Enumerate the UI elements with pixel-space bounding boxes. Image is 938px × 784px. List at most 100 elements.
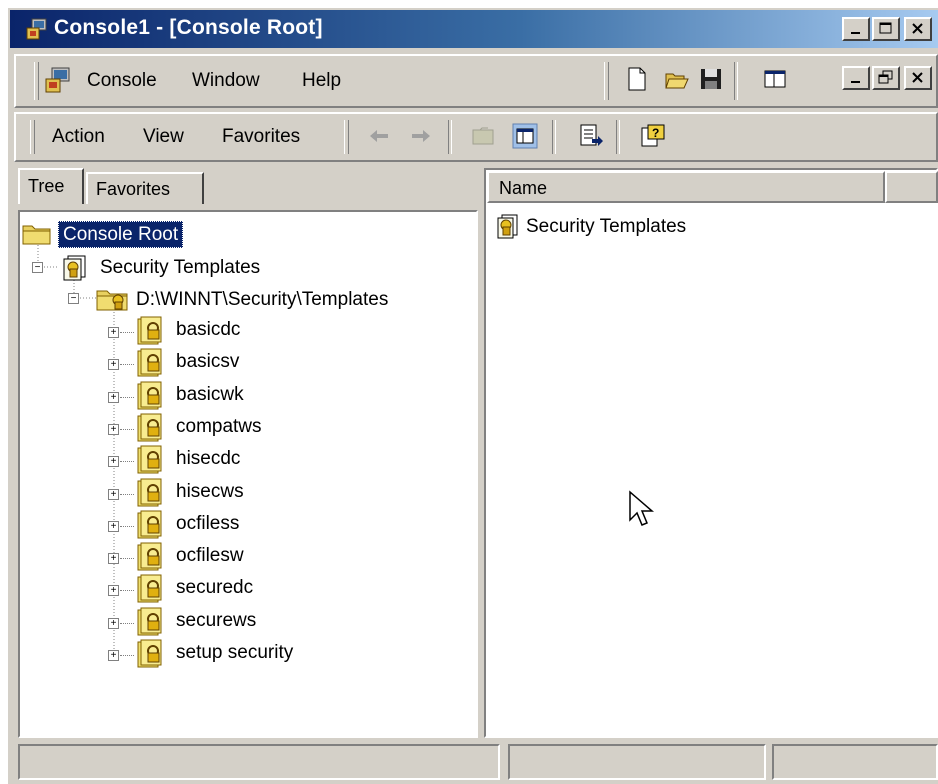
tree-connector [120, 429, 134, 430]
tab-tree[interactable]: Tree [18, 168, 84, 204]
security-template-icon [137, 445, 162, 474]
expand-toggle[interactable]: + [108, 553, 119, 564]
tree-node-template[interactable]: basicwk [176, 384, 244, 406]
maximize-icon [879, 22, 892, 34]
security-template-icon [137, 478, 162, 507]
close-icon [912, 23, 923, 34]
tree-node-template[interactable]: compatws [176, 416, 262, 438]
collapse-toggle[interactable]: − [32, 262, 43, 273]
security-template-icon [137, 639, 162, 668]
status-panel-1 [18, 744, 500, 780]
help-icon[interactable]: ? [640, 123, 666, 149]
tree-node-security-templates[interactable]: Security Templates [100, 257, 260, 279]
security-template-icon [137, 574, 162, 603]
menu-help[interactable]: Help [302, 70, 341, 92]
tree-connector [120, 397, 134, 398]
menu-console[interactable]: Console [87, 70, 157, 92]
tab-tree-label: Tree [28, 176, 65, 196]
tree-node-template[interactable]: securedc [176, 577, 253, 599]
security-templates-icon [497, 214, 518, 239]
toolbar-grip[interactable] [604, 62, 609, 100]
console-root-folder-icon [22, 225, 51, 245]
security-templates-icon [63, 255, 86, 281]
mouse-pointer-icon [629, 490, 655, 526]
expand-toggle[interactable]: + [108, 585, 119, 596]
column-header-empty[interactable] [885, 171, 938, 203]
column-header-name[interactable]: Name [487, 171, 885, 203]
toolbar-separator-2 [448, 120, 452, 154]
save-icon[interactable] [698, 66, 724, 92]
close-icon [912, 72, 923, 83]
tree-connector [120, 364, 134, 365]
expand-toggle[interactable]: + [108, 359, 119, 370]
actionbar-grip[interactable] [30, 120, 35, 154]
tree-connector [120, 332, 134, 333]
back-arrow-icon[interactable] [366, 123, 392, 149]
collapse-toggle[interactable]: − [68, 293, 79, 304]
toolbar-separator [734, 62, 738, 100]
menu-view[interactable]: View [143, 126, 184, 148]
show-hide-tree-icon[interactable] [762, 66, 788, 92]
minimize-icon [851, 81, 860, 83]
menubar-grip[interactable] [34, 62, 39, 100]
toolbar-grip-2[interactable] [344, 120, 349, 154]
security-template-icon [137, 607, 162, 636]
export-list-icon[interactable] [578, 123, 604, 149]
tree-node-template[interactable]: hisecdc [176, 448, 240, 470]
security-template-icon [137, 381, 162, 410]
expand-toggle[interactable]: + [108, 456, 119, 467]
toolbar-separator-4 [616, 120, 620, 154]
status-panel-3 [772, 744, 938, 780]
tab-favorites-label: Favorites [96, 179, 171, 199]
security-template-icon [137, 316, 162, 345]
tree-node-template[interactable]: securews [176, 610, 256, 632]
expand-toggle[interactable]: + [108, 327, 119, 338]
minimize-icon [851, 32, 860, 34]
svg-text:?: ? [652, 126, 659, 140]
show-hide-console-tree-icon[interactable] [512, 123, 538, 149]
child-restore-button[interactable] [872, 66, 900, 90]
console-icon [45, 67, 70, 93]
security-template-icon [137, 348, 162, 377]
expand-toggle[interactable]: + [108, 618, 119, 629]
tree-node-templates-folder[interactable]: D:\WINNT\Security\Templates [136, 289, 388, 311]
expand-toggle[interactable]: + [108, 392, 119, 403]
results-item-security-templates[interactable]: Security Templates [526, 216, 686, 238]
maximize-button[interactable] [872, 17, 900, 41]
restore-icon [878, 70, 893, 84]
security-template-icon [137, 413, 162, 442]
new-document-icon[interactable] [624, 66, 650, 92]
security-template-icon [137, 542, 162, 571]
minimize-button[interactable] [842, 17, 870, 41]
tree-node-template[interactable]: basicdc [176, 319, 240, 341]
tree-connector [120, 655, 134, 656]
tree-node-template[interactable]: ocfilesw [176, 545, 244, 567]
tree-node-template[interactable]: setup security [176, 642, 293, 664]
toolbar-separator-3 [552, 120, 556, 154]
expand-toggle[interactable]: + [108, 650, 119, 661]
close-button[interactable] [904, 17, 932, 41]
tree-node-template[interactable]: basicsv [176, 351, 239, 373]
tree-node-console-root[interactable]: Console Root [58, 221, 184, 248]
status-panel-2 [508, 744, 766, 780]
tab-favorites[interactable]: Favorites [86, 172, 204, 204]
tree-node-template[interactable]: hisecws [176, 481, 244, 503]
expand-toggle[interactable]: + [108, 521, 119, 532]
tree-connector [120, 623, 134, 624]
tree-node-console-root-label: Console Root [63, 224, 179, 245]
expand-toggle[interactable]: + [108, 489, 119, 500]
child-minimize-button[interactable] [842, 66, 870, 90]
menu-action[interactable]: Action [52, 126, 105, 148]
results-pane[interactable] [484, 168, 938, 738]
open-folder-icon[interactable] [664, 66, 690, 92]
templates-folder-icon [96, 290, 128, 311]
child-close-button[interactable] [904, 66, 932, 90]
app-icon[interactable] [26, 18, 48, 40]
tree-node-template[interactable]: ocfiless [176, 513, 239, 535]
tree-connector [120, 526, 134, 527]
expand-toggle[interactable]: + [108, 424, 119, 435]
menu-favorites[interactable]: Favorites [222, 126, 300, 148]
forward-arrow-icon[interactable] [408, 123, 434, 149]
menu-window[interactable]: Window [192, 70, 260, 92]
up-one-level-icon[interactable] [470, 123, 496, 149]
